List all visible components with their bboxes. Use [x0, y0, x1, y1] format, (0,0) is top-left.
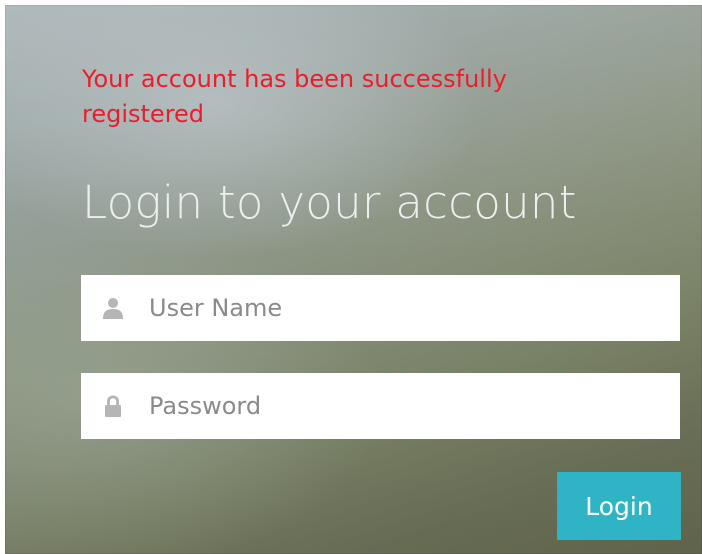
lock-icon [103, 395, 123, 417]
login-button[interactable]: Login [557, 472, 681, 540]
page: Your account has been successfully regis… [0, 0, 702, 554]
login-title: Login to your account [82, 176, 577, 229]
login-panel: Your account has been successfully regis… [5, 5, 702, 554]
username-input[interactable] [149, 275, 669, 341]
user-icon [103, 297, 123, 319]
password-field[interactable] [81, 373, 680, 439]
username-field[interactable] [81, 275, 680, 341]
password-input[interactable] [149, 373, 669, 439]
registration-success-message: Your account has been successfully regis… [82, 65, 507, 128]
